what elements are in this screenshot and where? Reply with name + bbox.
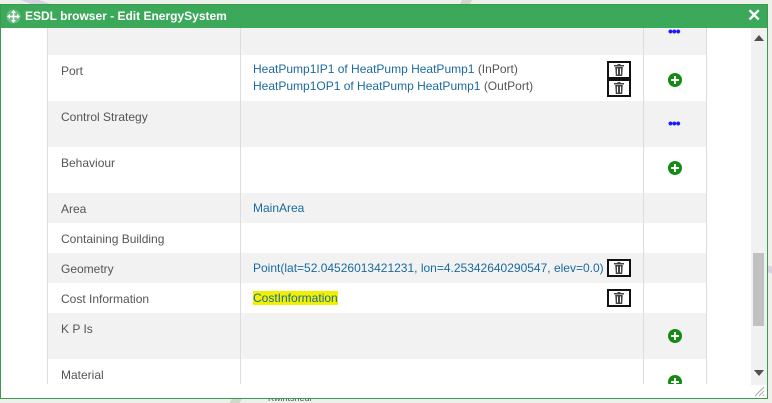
- action-cell: [643, 147, 707, 193]
- esdl-browser-dialog: ESDL browser - Edit EnergySystem ✕ ••• P…: [0, 4, 768, 399]
- port-item: HeatPump1IP1 of HeatPump HeatPump1 (InPo…: [253, 62, 533, 79]
- scroll-down-icon[interactable]: [754, 370, 764, 376]
- property-value: Point(lat=52.04526013421231, lon=4.25342…: [240, 253, 644, 283]
- trash-icon[interactable]: [607, 259, 631, 277]
- dialog-title: ESDL browser - Edit EnergySystem: [25, 9, 227, 23]
- plus-icon[interactable]: [668, 73, 682, 87]
- port-list: HeatPump1IP1 of HeatPump HeatPump1 (InPo…: [253, 62, 533, 96]
- action-cell: [643, 359, 707, 384]
- trash-icon[interactable]: [607, 289, 631, 307]
- property-name: Material: [47, 359, 241, 384]
- trash-icon[interactable]: [607, 61, 631, 79]
- plus-icon[interactable]: [668, 375, 682, 384]
- plus-icon[interactable]: [668, 161, 682, 175]
- table-row: K P Is: [47, 313, 707, 359]
- property-value: [240, 101, 644, 147]
- table-row: Containing Building: [47, 223, 707, 253]
- property-value: [240, 147, 644, 193]
- port-type: (InPort): [477, 62, 518, 76]
- property-value: [240, 359, 644, 384]
- table-row: Cost Information CostInformation: [47, 283, 707, 313]
- property-name: Port: [47, 55, 241, 101]
- action-cell: [643, 283, 707, 313]
- trash-icon[interactable]: [607, 79, 631, 97]
- property-name: [47, 28, 241, 55]
- port-link[interactable]: HeatPump1IP1 of HeatPump HeatPump1: [253, 62, 474, 76]
- action-cell: [643, 223, 707, 253]
- dialog-titlebar[interactable]: ESDL browser - Edit EnergySystem ✕: [1, 5, 767, 28]
- table-row: Geometry Point(lat=52.04526013421231, lo…: [47, 253, 707, 283]
- more-button[interactable]: •••: [668, 28, 681, 38]
- area-link[interactable]: MainArea: [253, 201, 304, 215]
- property-name: Area: [47, 193, 241, 223]
- more-button[interactable]: •••: [668, 116, 681, 130]
- property-value: [240, 313, 644, 359]
- property-name: Cost Information: [47, 283, 241, 313]
- plus-icon[interactable]: [668, 329, 682, 343]
- resize-handle-icon[interactable]: [753, 385, 765, 397]
- property-name: Containing Building: [47, 223, 241, 253]
- action-cell: [643, 55, 707, 101]
- action-cell: [643, 193, 707, 223]
- table-row: Port HeatPump1IP1 of HeatPump HeatPump1 …: [47, 55, 707, 101]
- geometry-link[interactable]: Point(lat=52.04526013421231, lon=4.25342…: [253, 261, 604, 275]
- properties-table: ••• Port HeatPump1IP1 of HeatPump HeatPu…: [47, 28, 707, 384]
- action-cell: [643, 313, 707, 359]
- port-item: HeatPump1OP1 of HeatPump HeatPump1 (OutP…: [253, 79, 533, 96]
- action-cell: •••: [643, 101, 707, 147]
- port-type: (OutPort): [483, 79, 534, 93]
- scrollbar-thumb[interactable]: [753, 253, 764, 326]
- property-name: Control Strategy: [47, 101, 241, 147]
- vertical-scrollbar[interactable]: [751, 28, 767, 385]
- property-value: [240, 223, 644, 253]
- port-link[interactable]: HeatPump1OP1 of HeatPump HeatPump1: [253, 79, 480, 93]
- table-row: Material: [47, 359, 707, 384]
- property-name: K P Is: [47, 313, 241, 359]
- property-value: HeatPump1IP1 of HeatPump HeatPump1 (InPo…: [240, 55, 644, 101]
- table-row: Behaviour: [47, 147, 707, 193]
- table-row: Area MainArea: [47, 193, 707, 223]
- cost-information-link[interactable]: CostInformation: [253, 291, 338, 305]
- action-cell: [643, 253, 707, 283]
- table-row: Control Strategy •••: [47, 101, 707, 147]
- move-icon[interactable]: [6, 9, 21, 24]
- action-cell: •••: [643, 28, 707, 55]
- close-icon[interactable]: ✕: [747, 6, 761, 26]
- dialog-content: ••• Port HeatPump1IP1 of HeatPump HeatPu…: [1, 28, 751, 384]
- scroll-up-icon[interactable]: [754, 35, 764, 41]
- table-row: •••: [47, 28, 707, 55]
- property-value: [240, 28, 644, 55]
- property-name: Geometry: [47, 253, 241, 283]
- property-value: MainArea: [240, 193, 644, 223]
- property-value: CostInformation: [240, 283, 644, 313]
- property-name: Behaviour: [47, 147, 241, 193]
